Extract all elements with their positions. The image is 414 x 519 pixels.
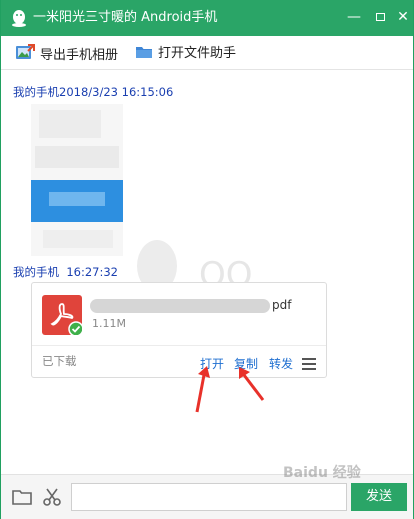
message-timestamp: 16:27:32	[66, 265, 118, 279]
more-menu-icon[interactable]	[302, 358, 316, 370]
download-status: 已下载	[42, 354, 77, 368]
sender-name: 我的手机	[13, 265, 59, 279]
close-button[interactable]: ✕	[394, 8, 412, 26]
toolbar: 导出手机相册 打开文件助手	[1, 36, 413, 70]
export-album-label: 导出手机相册	[40, 48, 119, 63]
forward-file-button[interactable]: 转发	[269, 356, 293, 372]
image-message[interactable]	[31, 104, 123, 256]
copy-file-button[interactable]: 复制	[234, 356, 258, 372]
file-message-card[interactable]: pdf 1.11M 已下载 打开 复制 转发	[31, 282, 327, 378]
export-photo-icon	[16, 44, 35, 59]
message-header: 我的手机2018/3/23 16:15:06	[13, 84, 173, 100]
folder-icon	[136, 47, 152, 58]
maximize-icon	[375, 13, 385, 21]
message-header: 我的手机 16:27:32	[13, 264, 118, 280]
sender-name: 我的手机	[13, 85, 59, 99]
maximize-button[interactable]	[371, 8, 389, 26]
message-timestamp: 2018/3/23 16:15:06	[59, 85, 174, 99]
qq-chat-window: 一米阳光三寸暖的 Android手机 — ✕ 导出手机相册 打开文件助手 QQ …	[0, 0, 414, 519]
send-button[interactable]: 发送	[351, 483, 407, 511]
minimize-button[interactable]: —	[345, 8, 363, 26]
title-bar[interactable]: 一米阳光三寸暖的 Android手机 — ✕	[1, 0, 413, 36]
open-file-helper-label: 打开文件助手	[158, 46, 237, 61]
pdf-file-icon	[42, 295, 82, 335]
window-title: 一米阳光三寸暖的 Android手机	[33, 10, 218, 25]
file-size: 1.11M	[92, 317, 126, 330]
open-file-button[interactable]: 打开	[200, 356, 224, 372]
open-file-helper-button[interactable]: 打开文件助手	[135, 44, 236, 62]
qq-penguin-icon	[12, 10, 26, 27]
card-divider	[32, 345, 326, 346]
file-extension: pdf	[272, 298, 292, 312]
export-album-button[interactable]: 导出手机相册	[15, 44, 119, 63]
input-bar: 发送	[1, 474, 413, 519]
file-name-redacted	[90, 299, 270, 313]
message-input[interactable]	[71, 483, 347, 511]
send-file-icon[interactable]	[11, 487, 33, 507]
chat-area[interactable]: QQ 我的手机2018/3/23 16:15:06 我的手机 16:27:32 …	[1, 70, 413, 474]
scissors-icon[interactable]	[41, 487, 63, 507]
